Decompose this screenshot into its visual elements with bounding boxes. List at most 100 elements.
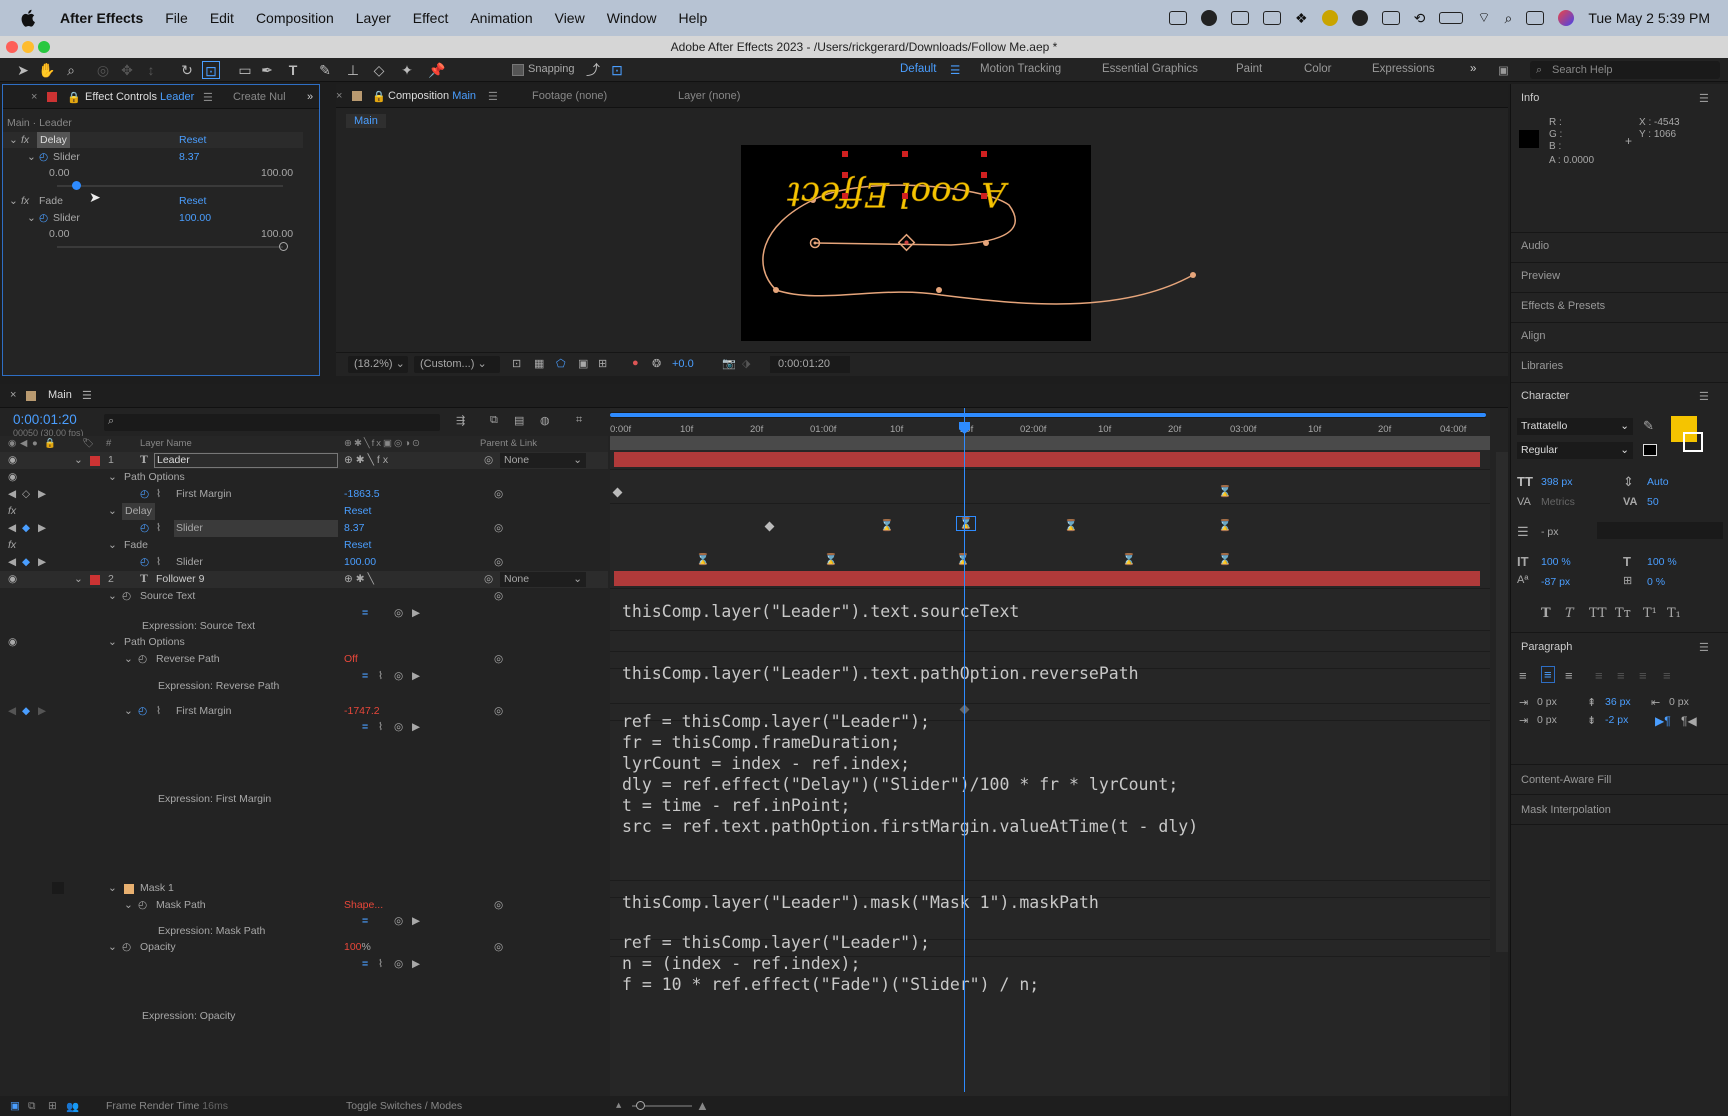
pen-tool-icon[interactable]: ✒ — [258, 61, 276, 79]
lock-icon[interactable]: 🔒 — [372, 90, 386, 103]
grammarly-icon[interactable] — [1351, 10, 1368, 26]
space-after-value[interactable]: -2 px — [1605, 714, 1628, 726]
panel-overflow-icon[interactable]: » — [307, 91, 313, 103]
leading-value[interactable]: Auto — [1647, 476, 1669, 488]
menu-help[interactable]: Help — [679, 10, 708, 26]
twirl-down-icon[interactable]: ⌄ — [108, 880, 117, 897]
transfer-controls-icon[interactable]: ⧉ — [28, 1100, 36, 1113]
draft-3d-icon[interactable]: ⧉ — [490, 414, 498, 427]
path-vertex[interactable] — [936, 287, 942, 293]
twirl-down-icon[interactable]: ⌄ — [108, 503, 117, 520]
roto-brush-tool-icon[interactable]: ✦ — [398, 61, 416, 79]
bounding-handle[interactable] — [842, 172, 848, 178]
timeline-graph-area[interactable]: 0:00f 10f 20f 01:00f 10f 20f 02:00f 10f … — [610, 408, 1508, 1116]
snapshot-icon[interactable]: 📷 — [722, 357, 736, 370]
workspace-overflow-icon[interactable]: » — [1470, 63, 1476, 75]
expression-editor-opacity[interactable]: ref = thisComp.layer("Leader"); n = (ind… — [622, 932, 1039, 995]
keyframe-icon[interactable]: ⌛ — [880, 519, 894, 532]
stroke-type-dropdown[interactable] — [1597, 522, 1723, 539]
selected-keyframe-icon[interactable]: ⌛ — [956, 516, 976, 531]
expression-editor-mask-path[interactable]: thisComp.layer("Leader").mask("Mask 1").… — [622, 893, 1099, 912]
keyframe-icon[interactable] — [612, 487, 623, 498]
layer-name[interactable]: Leader — [154, 453, 338, 468]
align-right-icon[interactable]: ≡ — [1565, 668, 1573, 683]
faux-italic-button[interactable]: T — [1565, 606, 1574, 621]
stopwatch-icon[interactable]: ◴ — [140, 520, 149, 537]
panel-menu-icon[interactable]: ☰ — [203, 91, 213, 104]
mask-name[interactable]: Mask 1 — [140, 880, 174, 897]
layer-switches[interactable]: ⊕✱╲ — [344, 571, 377, 588]
work-area-range[interactable] — [610, 413, 1486, 417]
bounding-handle[interactable] — [842, 193, 848, 199]
superscript-button[interactable]: T¹ — [1643, 606, 1657, 621]
comp-breadcrumb-main[interactable]: Main — [346, 114, 386, 128]
menu-layer[interactable]: Layer — [356, 10, 391, 26]
layer-label-swatch[interactable] — [90, 575, 100, 585]
lock-switch-icon[interactable]: 🔒 — [44, 436, 56, 452]
property-group-name[interactable]: Path Options — [124, 634, 185, 651]
layer-bar-follower[interactable] — [614, 571, 1480, 586]
pickwhip-icon[interactable]: ◎ — [494, 897, 503, 914]
graph-icon[interactable]: ⌇ — [156, 554, 161, 571]
current-time-indicator[interactable] — [964, 408, 965, 1092]
stopwatch-icon[interactable]: ◴ — [39, 210, 48, 226]
property-row-reverse-path[interactable]: ⌄ ◴ Reverse Path Off ◎ — [0, 651, 608, 668]
fx-icon[interactable]: fx — [21, 132, 29, 148]
expression-enable-icon[interactable]: = — [362, 719, 368, 736]
menu-edit[interactable]: Edit — [210, 10, 234, 26]
path-vertex[interactable] — [773, 287, 779, 293]
align-center-icon[interactable]: ≡ — [1541, 666, 1555, 683]
channel-icon[interactable]: ● — [632, 357, 639, 369]
time-machine-icon[interactable]: ⟲ — [1414, 10, 1426, 27]
exposure-value[interactable]: +0.0 — [672, 358, 694, 370]
mask-color-swatch[interactable] — [124, 884, 134, 894]
toggle-switches-modes[interactable]: Toggle Switches / Modes — [346, 1100, 462, 1112]
panel-menu-icon[interactable]: ☰ — [1699, 390, 1709, 403]
property-row-fade-slider[interactable]: ◀ ◆ ▶ ◴ ⌇ Slider 100.00 ◎ — [0, 554, 608, 571]
comp-text-layer[interactable]: A cool Effect — [787, 174, 1010, 215]
puppet-pin-tool-icon[interactable]: 📌 — [428, 61, 446, 79]
in-out-icon[interactable]: ⊞ — [48, 1100, 57, 1112]
mask-lock-box[interactable] — [52, 882, 64, 894]
effect-name[interactable]: Delay — [37, 132, 70, 148]
rectangle-tool-icon[interactable]: ▭ — [236, 61, 254, 79]
reset-link[interactable]: Reset — [179, 132, 206, 148]
label-column-icon[interactable]: 🏷 — [82, 436, 94, 452]
effect-row-delay[interactable]: fx ⌄ Delay Reset — [0, 503, 608, 520]
stopwatch-icon[interactable]: ◴ — [138, 651, 147, 668]
resolution-dropdown[interactable]: (Custom...) ⌄ — [414, 356, 500, 373]
lock-icon[interactable]: 🔒 — [67, 91, 81, 104]
keyframe-icon[interactable]: ⌛ — [1218, 485, 1232, 498]
keyframe-toggle-icon[interactable]: ◆ — [22, 520, 30, 537]
composition-mini-flowchart-icon[interactable]: ⇶ — [456, 414, 465, 427]
solo-switch-icon[interactable]: ● — [32, 436, 38, 452]
next-keyframe-icon[interactable]: ▶ — [38, 486, 46, 503]
tab-timeline-main[interactable]: Main — [48, 389, 72, 401]
indent-left-value[interactable]: 0 px — [1537, 696, 1557, 708]
graph-icon[interactable]: ⌇ — [156, 703, 161, 720]
tab-layer[interactable]: Layer (none) — [678, 90, 740, 102]
bounding-handle[interactable] — [981, 172, 987, 178]
property-group-name[interactable]: Path Options — [124, 469, 185, 486]
dropbox-icon[interactable]: ❖ — [1295, 10, 1308, 27]
justify-all-icon[interactable]: ≡ — [1663, 668, 1671, 683]
twirl-down-icon[interactable]: ⌄ — [108, 634, 117, 651]
kerning-value[interactable]: Metrics — [1541, 496, 1575, 508]
layer-row-leader[interactable]: ◉ ⌄ 1 T Leader ⊕✱╲fx ◎ None ⌄ — [0, 452, 608, 469]
twirl-down-icon[interactable]: ⌄ — [9, 193, 18, 209]
viewer-timecode[interactable]: 0:00:01:20 — [770, 356, 850, 373]
justify-center-icon[interactable]: ≡ — [1617, 668, 1625, 683]
shy-layers-icon[interactable]: ▤ — [514, 414, 524, 427]
reset-link[interactable]: Reset — [179, 193, 206, 209]
tab-effect-controls[interactable]: Effect Controls Leader — [85, 91, 194, 103]
zoom-dropdown[interactable]: (18.2%) ⌄ — [348, 356, 408, 373]
property-value-group[interactable]: 100% — [344, 939, 371, 956]
eye-icon[interactable]: ◉ — [8, 571, 17, 588]
show-snapshot-icon[interactable]: ⬗ — [742, 357, 750, 370]
font-size-value[interactable]: 398 px — [1541, 476, 1573, 488]
siri-icon[interactable] — [1558, 10, 1575, 26]
pan-tool-icon[interactable]: ✥ — [118, 61, 136, 79]
eraser-tool-icon[interactable]: ◇ — [370, 61, 388, 79]
next-keyframe-icon[interactable]: ▶ — [38, 703, 46, 720]
twirl-down-icon[interactable]: ⌄ — [124, 651, 133, 668]
